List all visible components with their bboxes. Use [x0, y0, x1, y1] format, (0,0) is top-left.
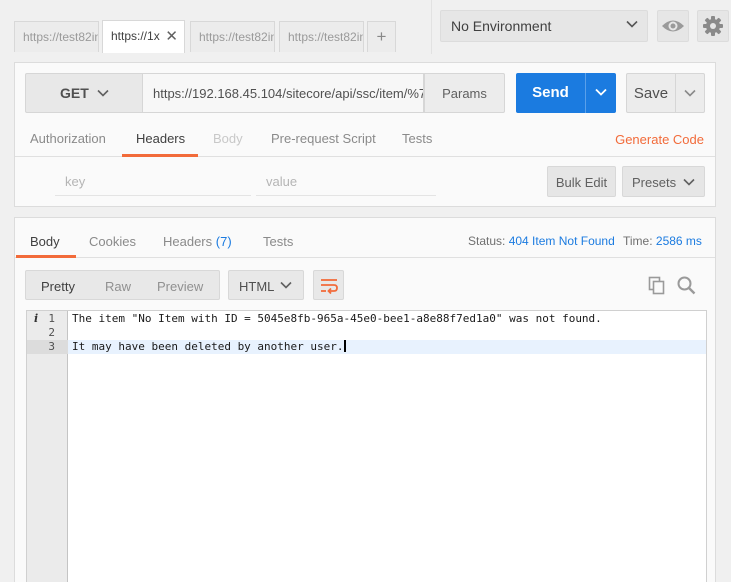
- language-label: HTML: [239, 279, 275, 294]
- body-format-group: Pretty Raw Preview: [25, 270, 220, 300]
- chevron-down-icon: [682, 175, 696, 192]
- presets-button[interactable]: Presets: [622, 166, 705, 197]
- copy-icon[interactable]: [647, 275, 667, 295]
- tab-response-body[interactable]: Body: [30, 234, 60, 249]
- request-tabs: Authorization Headers Body Pre-request S…: [15, 121, 715, 157]
- active-tab-indicator: [122, 154, 198, 157]
- response-panel: Body Cookies Headers (7) Tests Status: 4…: [14, 217, 716, 582]
- chevron-down-icon: [684, 89, 696, 97]
- code-line-active: 3 It may have been deleted by another us…: [27, 340, 706, 354]
- eye-icon: [662, 20, 684, 32]
- response-body-editor[interactable]: i 1 The item "No Item with ID = 5045e8fb…: [26, 310, 707, 582]
- presets-label: Presets: [632, 175, 677, 190]
- method-select[interactable]: GET: [25, 73, 143, 113]
- send-options-button[interactable]: [585, 73, 616, 113]
- params-button[interactable]: Params: [424, 73, 505, 113]
- chevron-down-icon: [279, 278, 293, 295]
- request-tab-strip: https://test82in https://1х ✕ https://te…: [0, 0, 431, 54]
- tab-label: https://1х: [111, 29, 160, 43]
- status-value[interactable]: 404 Item Not Found: [509, 234, 615, 248]
- status-label: Status:: [468, 234, 506, 248]
- header-value-input[interactable]: value: [256, 169, 436, 196]
- request-tab[interactable]: https://test82in: [279, 21, 364, 52]
- tab-authorization[interactable]: Authorization: [30, 131, 106, 146]
- request-tab[interactable]: https://test82in: [190, 21, 275, 52]
- code-line: i 1 The item "No Item with ID = 5045e8fb…: [27, 312, 706, 326]
- tab-test-results[interactable]: Tests: [263, 234, 293, 249]
- active-tab-indicator: [16, 255, 76, 258]
- headers-count: (7): [215, 234, 232, 249]
- preview-button[interactable]: Preview: [157, 279, 203, 294]
- chevron-down-icon: [595, 88, 607, 96]
- send-button[interactable]: Send: [516, 73, 585, 113]
- gear-icon: [703, 16, 723, 36]
- request-panel: GET https://192.168.45.104/sitecore/api/…: [14, 62, 716, 207]
- method-label: GET: [60, 85, 89, 101]
- tab-label: https://test82in: [199, 30, 275, 44]
- save-button[interactable]: Save: [626, 73, 676, 113]
- generate-code-link[interactable]: Generate Code: [615, 132, 704, 147]
- pretty-button[interactable]: Pretty: [41, 279, 75, 294]
- environment-bar: No Environment: [431, 0, 731, 54]
- tab-headers[interactable]: Headers: [136, 131, 185, 146]
- wrap-lines-icon: [321, 279, 338, 295]
- code-line: 2: [27, 326, 706, 340]
- tab-response-headers[interactable]: Headers (7): [163, 234, 232, 249]
- request-tab[interactable]: https://test82in: [14, 21, 99, 52]
- wrap-lines-button[interactable]: [313, 270, 344, 300]
- add-tab-button[interactable]: +: [367, 21, 396, 52]
- tab-label: https://test82in: [288, 30, 364, 44]
- tab-pre-request-script[interactable]: Pre-request Script: [271, 131, 376, 146]
- text-cursor: [343, 340, 346, 352]
- chevron-down-icon: [625, 17, 639, 34]
- environment-settings-button[interactable]: [697, 10, 729, 42]
- code-text: The item "No Item with ID = 5045e8fb-965…: [72, 312, 602, 325]
- tab-cookies[interactable]: Cookies: [89, 234, 136, 249]
- response-status: Status: 404 Item Not Found: [468, 234, 615, 248]
- chevron-down-icon: [96, 86, 110, 103]
- response-tabs: Body Cookies Headers (7) Tests Status: 4…: [15, 218, 715, 258]
- tab-tests[interactable]: Tests: [402, 131, 432, 146]
- environment-quick-look-button[interactable]: [657, 10, 689, 42]
- url-input[interactable]: https://192.168.45.104/sitecore/api/ssc/…: [142, 73, 424, 113]
- request-tab-active[interactable]: https://1х ✕: [102, 20, 185, 53]
- search-icon[interactable]: [676, 275, 696, 295]
- code-text: It may have been deleted by another user…: [72, 340, 344, 353]
- tab-body[interactable]: Body: [213, 131, 243, 146]
- line-number: 3: [27, 340, 68, 354]
- environment-select[interactable]: No Environment: [440, 10, 648, 42]
- language-select[interactable]: HTML: [228, 270, 304, 300]
- time-value[interactable]: 2586 ms: [656, 234, 702, 248]
- time-label: Time:: [623, 234, 653, 248]
- code-text-container: It may have been deleted by another user…: [72, 340, 346, 354]
- line-number: 2: [48, 326, 55, 339]
- save-options-button[interactable]: [675, 73, 705, 113]
- tab-label: Headers: [163, 234, 213, 249]
- header-key-input[interactable]: key: [55, 169, 251, 196]
- close-icon[interactable]: ✕: [165, 27, 178, 45]
- raw-button[interactable]: Raw: [105, 279, 131, 294]
- bulk-edit-button[interactable]: Bulk Edit: [547, 166, 616, 197]
- line-number: 1: [48, 312, 55, 325]
- tab-label: https://test82in: [23, 30, 99, 44]
- response-time: Time: 2586 ms: [623, 234, 702, 248]
- environment-label: No Environment: [451, 18, 552, 34]
